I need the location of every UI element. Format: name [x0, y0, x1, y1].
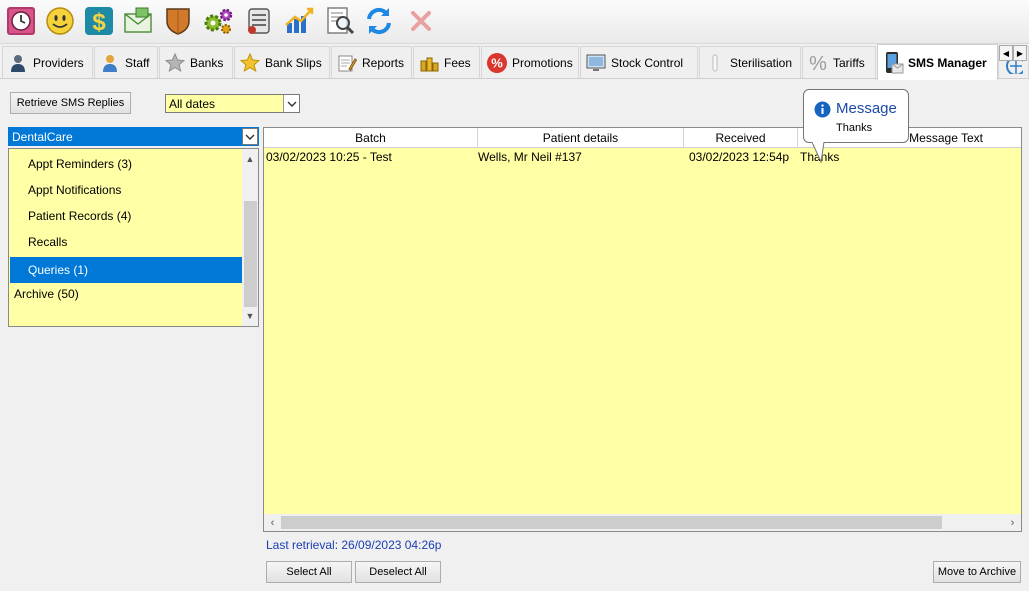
tab-label: Reports [362, 55, 405, 70]
tab-label: Fees [444, 55, 471, 70]
close-x-icon[interactable] [404, 4, 438, 38]
scroll-down-icon[interactable]: ▼ [242, 308, 258, 324]
tab-label: Promotions [512, 55, 573, 70]
tab-label: Stock Control [611, 55, 684, 70]
percent-sign-icon: % [807, 52, 829, 74]
mobile-phone-icon [882, 51, 904, 74]
tab-label: Banks [190, 55, 224, 70]
tab-sms-manager[interactable]: SMS Manager [877, 44, 998, 80]
cell-received: 03/02/2023 12:54p [689, 150, 790, 164]
practice-select[interactable]: DentalCare [8, 127, 259, 146]
tab-label: Staff [125, 55, 150, 70]
svg-text:$: $ [92, 9, 106, 36]
email-envelope-icon[interactable] [121, 4, 155, 38]
folder-label: Patient Records (4) [28, 209, 132, 223]
stock-monitor-icon [585, 52, 607, 74]
tab-bar: Providers Staff Banks Bank Slips Reports… [0, 44, 1029, 80]
chevron-down-icon[interactable] [283, 95, 299, 112]
shield-icon[interactable] [161, 4, 195, 38]
tab-promotions[interactable]: % Promotions [481, 46, 579, 78]
folder-recalls[interactable]: Recalls [10, 229, 242, 255]
tab-label: SMS Manager [908, 55, 987, 70]
folder-label: Archive (50) [14, 287, 79, 301]
folder-list-scrollbar[interactable]: ▲ ▼ [242, 149, 258, 326]
cell-batch: 03/02/2023 10:25 - Test [266, 150, 392, 164]
settings-gears-icon[interactable] [201, 4, 235, 38]
tab-reports[interactable]: Reports [331, 46, 412, 78]
tab-sterilisation[interactable]: Sterilisation [699, 46, 801, 78]
retrieve-sms-replies-button[interactable]: Retrieve SMS Replies [10, 92, 131, 114]
tooltip-title: Message [836, 100, 897, 117]
folder-list: Appt Reminders (3) Appt Notifications Pa… [8, 148, 259, 327]
svg-text:%: % [491, 55, 503, 70]
dental-chart-icon[interactable] [242, 4, 276, 38]
main-toolbar: $ [0, 0, 1029, 44]
folder-appt-notifications[interactable]: Appt Notifications [10, 177, 242, 203]
grid-horizontal-scrollbar[interactable]: ‹ › [264, 514, 1021, 531]
tab-label: Sterilisation [730, 55, 793, 70]
folder-patient-records[interactable]: Patient Records (4) [10, 203, 242, 229]
tab-label: Tariffs [833, 55, 865, 70]
column-header-batch[interactable]: Batch [264, 128, 478, 148]
svg-text:%: % [809, 53, 827, 74]
tab-providers[interactable]: Providers [2, 46, 93, 78]
deselect-all-button[interactable]: Deselect All [355, 561, 441, 583]
scroll-left-icon[interactable]: ‹ [264, 514, 281, 531]
folder-label: Recalls [28, 235, 68, 249]
provider-person-icon [7, 52, 29, 74]
message-tooltip: Message Thanks [803, 89, 909, 143]
accounts-dollar-icon[interactable]: $ [82, 4, 116, 38]
appointment-book-clock-icon[interactable] [4, 4, 38, 38]
report-pencil-icon [336, 52, 358, 74]
tooltip-text: Thanks [836, 122, 873, 134]
scroll-thumb[interactable] [281, 516, 942, 529]
folder-label: Appt Reminders (3) [28, 157, 133, 171]
tab-label: Bank Slips [265, 55, 322, 70]
move-to-archive-button[interactable]: Move to Archive [933, 561, 1021, 583]
tab-scroll-right-button[interactable]: ▶ [1013, 45, 1027, 61]
statistics-chart-icon[interactable] [282, 4, 316, 38]
scroll-right-icon[interactable]: › [1004, 514, 1021, 531]
tab-banks[interactable]: Banks [159, 46, 233, 78]
column-header-received[interactable]: Received [684, 128, 798, 148]
coins-icon [418, 52, 440, 74]
date-filter-select[interactable]: All dates [165, 94, 300, 113]
scroll-up-icon[interactable]: ▲ [242, 151, 258, 167]
tab-staff[interactable]: Staff [94, 46, 158, 78]
percent-badge-icon: % [486, 52, 508, 74]
test-tube-icon [704, 52, 726, 74]
last-retrieval-status: Last retrieval: 26/09/2023 04:26p [266, 538, 442, 552]
practice-value: DentalCare [12, 129, 73, 144]
tab-fees[interactable]: Fees [413, 46, 480, 78]
messages-grid: Batch Patient details Received Message T… [263, 127, 1022, 532]
star-grey-icon [164, 52, 186, 74]
scroll-thumb[interactable] [244, 201, 257, 307]
select-all-button[interactable]: Select All [266, 561, 352, 583]
tab-tariffs[interactable]: % Tariffs [802, 46, 876, 78]
folder-label: Appt Notifications [28, 183, 122, 197]
table-row[interactable]: 03/02/2023 10:25 - Test Wells, Mr Neil #… [264, 148, 1021, 166]
folder-queries[interactable]: Queries (1) [10, 257, 242, 283]
folder-appt-reminders[interactable]: Appt Reminders (3) [10, 151, 242, 177]
tab-label: Providers [33, 55, 84, 70]
star-gold-icon [239, 52, 261, 74]
folder-archive[interactable]: Archive (50) [10, 281, 242, 307]
column-header-patient-details[interactable]: Patient details [478, 128, 684, 148]
chevron-down-icon[interactable] [242, 128, 258, 145]
refresh-arrows-icon[interactable] [362, 4, 396, 38]
cell-patient: Wells, Mr Neil #137 [478, 150, 582, 164]
info-icon [814, 101, 831, 121]
tab-bank-slips[interactable]: Bank Slips [234, 46, 330, 78]
tab-stock-control[interactable]: Stock Control [580, 46, 698, 78]
tab-scroll-left-button[interactable]: ◀ [999, 45, 1013, 61]
tooltip-pointer [811, 142, 825, 163]
search-document-icon[interactable] [323, 4, 357, 38]
patients-smiley-icon[interactable] [43, 4, 77, 38]
staff-person-icon [99, 52, 121, 74]
folder-label: Queries (1) [28, 263, 89, 277]
date-filter-value: All dates [169, 96, 216, 111]
